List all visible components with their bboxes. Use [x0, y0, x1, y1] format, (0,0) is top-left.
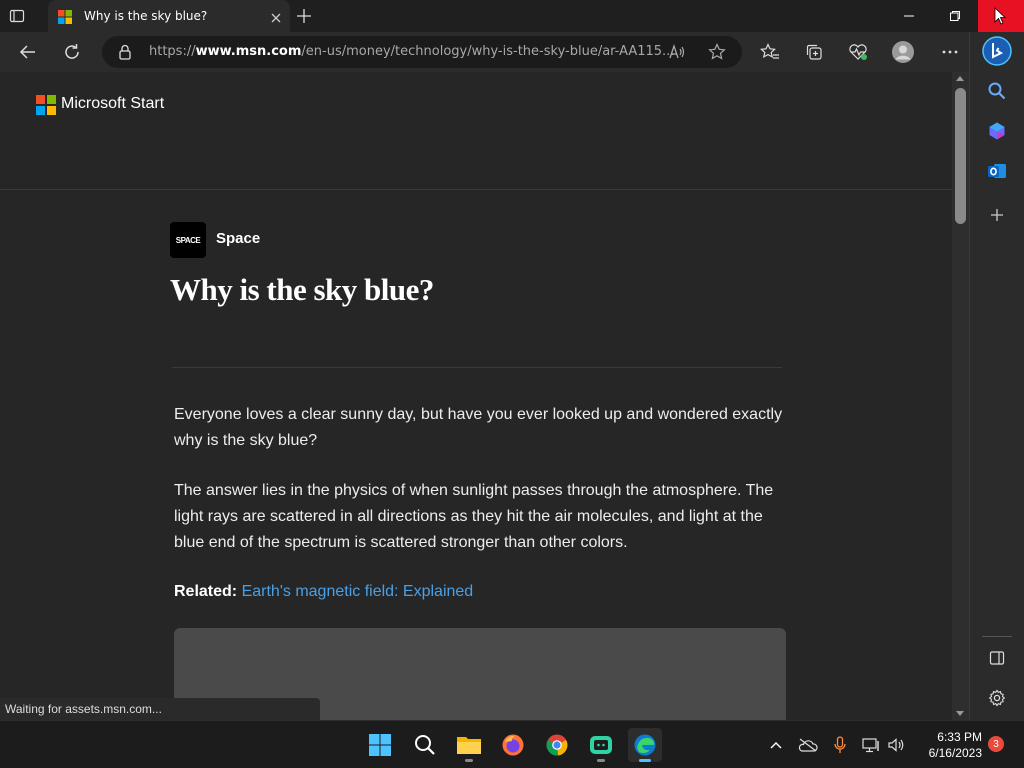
header-divider [0, 189, 952, 190]
related-link[interactable]: Earth's magnetic field: Explained [242, 583, 474, 600]
taskbar-clock[interactable]: 6:33 PM 6/16/2023 [914, 729, 982, 761]
onedrive-icon[interactable] [798, 735, 818, 755]
close-window-button[interactable] [978, 0, 1024, 32]
search-icon[interactable] [986, 80, 1008, 102]
network-icon[interactable] [862, 735, 882, 755]
collections-icon[interactable] [802, 40, 826, 64]
sidebar-divider [982, 636, 1012, 637]
notification-badge[interactable]: 3 [988, 736, 1004, 752]
minimize-button[interactable] [886, 0, 932, 32]
clock-time: 6:33 PM [937, 730, 982, 744]
outlook-icon[interactable] [986, 160, 1008, 182]
page-scrollbar[interactable] [952, 72, 969, 720]
running-indicator [597, 759, 605, 762]
page-content: Microsoft Start SPACE Space Why is the s… [0, 72, 952, 720]
status-bar: Waiting for assets.msn.com... [0, 698, 320, 720]
show-hidden-icons-chevron-icon[interactable] [766, 735, 786, 755]
source-logo-text: SPACE [175, 235, 201, 245]
taskbar-search-icon[interactable] [408, 728, 442, 762]
file-explorer-icon[interactable] [452, 728, 486, 762]
lock-icon[interactable] [118, 44, 132, 64]
favorites-icon[interactable] [758, 40, 782, 64]
windows-taskbar: 6:33 PM 6/16/2023 3 [0, 720, 1024, 768]
start-button[interactable] [363, 728, 397, 762]
new-tab-icon[interactable] [296, 8, 312, 24]
article-divider [172, 367, 782, 368]
related-line: Related: Earth's magnetic field: Explain… [174, 580, 473, 604]
url-text[interactable]: https://www.msn.com/en-us/money/technolo… [149, 44, 674, 59]
chrome-icon[interactable] [540, 728, 574, 762]
scroll-thumb[interactable] [955, 88, 966, 224]
volume-icon[interactable] [886, 735, 906, 755]
browser-toolbar: https://www.msn.com/en-us/money/technolo… [0, 32, 1024, 72]
address-bar[interactable]: https://www.msn.com/en-us/money/technolo… [102, 36, 742, 68]
article-title: Why is the sky blue? [170, 272, 434, 307]
running-indicator [465, 759, 473, 762]
add-sidebar-app-icon[interactable] [986, 204, 1008, 226]
sidebar-settings-gear-icon[interactable] [986, 687, 1008, 709]
microsoft-logo-icon[interactable] [36, 95, 56, 115]
source-name[interactable]: Space [216, 230, 260, 247]
scroll-up-icon[interactable] [956, 76, 964, 81]
back-arrow-icon[interactable] [16, 40, 40, 64]
restore-button[interactable] [932, 0, 978, 32]
favorite-star-icon[interactable] [708, 43, 726, 65]
hide-sidebar-icon[interactable] [986, 647, 1008, 669]
refresh-icon[interactable] [60, 40, 84, 64]
messaging-app-icon[interactable] [584, 728, 618, 762]
tab-title: Why is the sky blue? [84, 9, 208, 23]
bing-copilot-icon[interactable] [982, 36, 1012, 66]
article-paragraph-1: Everyone loves a clear sunny day, but ha… [174, 406, 783, 449]
scroll-down-icon[interactable] [956, 711, 964, 716]
edge-sidebar [969, 32, 1024, 720]
browser-tab[interactable]: Why is the sky blue? [48, 0, 290, 32]
firefox-icon[interactable] [496, 728, 530, 762]
copilot-icon[interactable] [986, 120, 1008, 142]
active-indicator [639, 759, 651, 762]
clock-date: 6/16/2023 [928, 746, 982, 760]
edge-taskbar-icon[interactable] [628, 728, 662, 762]
article-paragraph-2: The answer lies in the physics of when s… [174, 482, 774, 551]
tab-close-icon[interactable] [270, 9, 282, 23]
related-label: Related: [174, 583, 238, 600]
profile-avatar-icon[interactable] [891, 40, 915, 64]
source-logo[interactable]: SPACE [170, 222, 206, 258]
title-bar: Why is the sky blue? [0, 0, 1024, 32]
msn-favicon-icon [58, 9, 72, 24]
tab-actions-icon[interactable] [9, 8, 25, 24]
read-aloud-icon[interactable] [668, 43, 686, 65]
brand-title[interactable]: Microsoft Start [61, 95, 164, 113]
settings-more-icon[interactable] [938, 40, 962, 64]
microphone-icon[interactable] [830, 735, 850, 755]
browser-essentials-icon[interactable] [846, 40, 870, 64]
